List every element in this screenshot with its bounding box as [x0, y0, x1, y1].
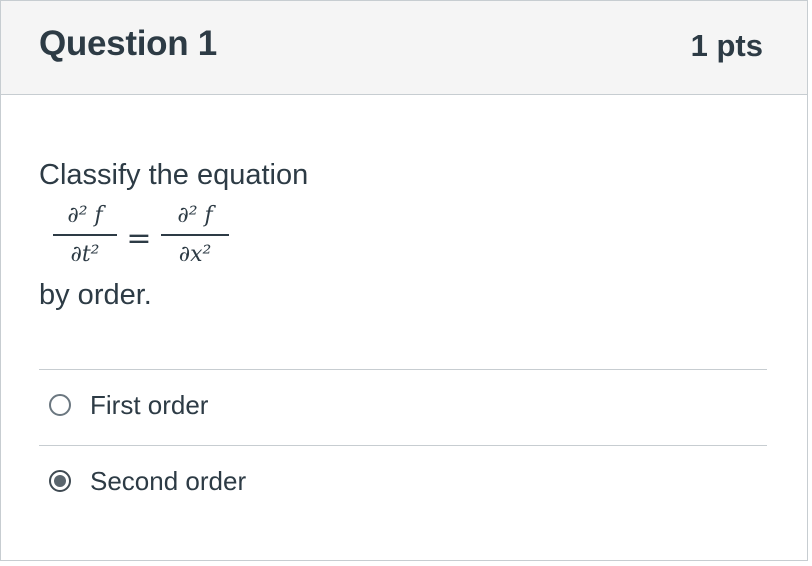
- lhs-numerator: ∂² f: [67, 203, 103, 228]
- radio-button[interactable]: [49, 394, 71, 416]
- radio-dot: [54, 475, 66, 487]
- lhs-fraction: ∂² f ∂t²: [53, 201, 117, 270]
- lhs-fraction-bar: [53, 234, 117, 236]
- answer-option-first-order[interactable]: First order: [39, 370, 767, 444]
- question-prompt: Classify the equation: [39, 159, 309, 191]
- answer-option-second-order[interactable]: Second order: [39, 446, 767, 520]
- question-title: Question 1: [39, 24, 217, 63]
- answer-label[interactable]: First order: [90, 390, 208, 421]
- question-points: 1 pts: [690, 28, 763, 63]
- question-suffix: by order.: [39, 279, 152, 311]
- rhs-fraction: ∂² f ∂x²: [161, 201, 229, 270]
- rhs-numerator: ∂² f: [177, 203, 213, 228]
- radio-button-selected[interactable]: [49, 470, 71, 492]
- lhs-denominator: ∂t²: [70, 242, 100, 267]
- answer-label[interactable]: Second order: [90, 466, 246, 497]
- rhs-denominator: ∂x²: [178, 242, 212, 267]
- question-header: Question 1 1 pts: [1, 1, 807, 95]
- question-card: Question 1 1 pts Classify the equation ∂…: [0, 0, 808, 561]
- equation: ∂² f ∂t² = ∂² f ∂x²: [51, 201, 231, 277]
- rhs-fraction-bar: [161, 234, 229, 236]
- equals-sign: =: [126, 221, 152, 256]
